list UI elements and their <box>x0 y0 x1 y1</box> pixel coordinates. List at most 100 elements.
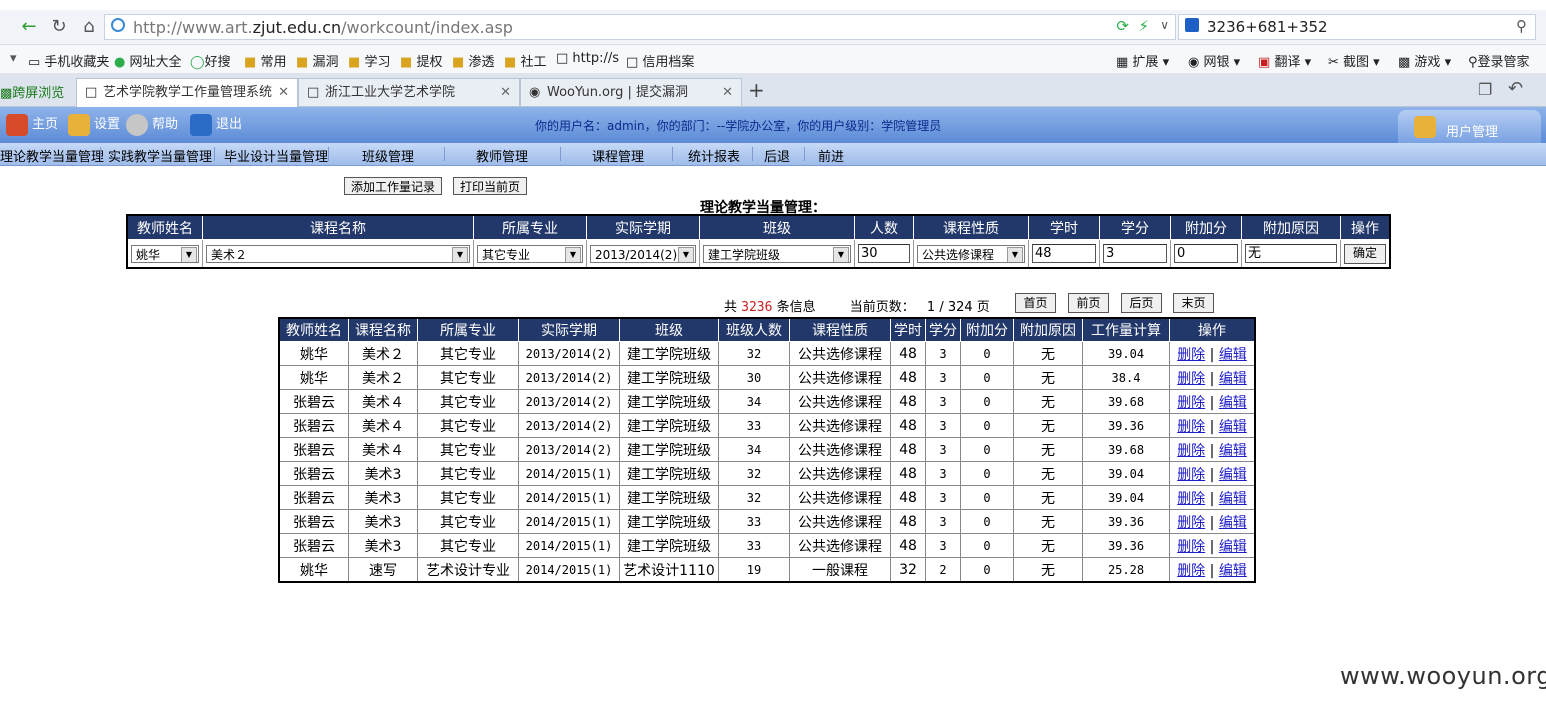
nav-divider <box>444 147 445 161</box>
close-icon[interactable]: ✕ <box>722 79 733 106</box>
bookmark-folder[interactable]: ■ 渗透 <box>452 51 494 70</box>
edit-link[interactable]: 编辑 <box>1219 539 1247 555</box>
chevron-down-icon[interactable]: ▼ <box>1007 246 1023 262</box>
chevron-down-icon[interactable]: ▼ <box>565 246 581 262</box>
term-select[interactable]: 2013/2014(2) ▼ <box>590 244 696 263</box>
major-select[interactable]: 其它专业 ▼ <box>477 244 583 263</box>
translate-button[interactable]: ▣ 翻译 ▾ <box>1258 51 1311 70</box>
help-button[interactable]: 帮助 <box>126 113 178 136</box>
delete-link[interactable]: 删除 <box>1177 563 1205 579</box>
extensions-button[interactable]: ▦ 扩展 ▾ <box>1116 51 1169 70</box>
nav-statistics[interactable]: 统计报表 <box>688 146 740 165</box>
search-input[interactable]: 3236+681+352 ⚲ <box>1178 14 1536 40</box>
delete-link[interactable]: 删除 <box>1177 371 1205 387</box>
search-icon[interactable]: ⚲ <box>1516 17 1527 35</box>
nav-forward[interactable]: 前进 <box>818 146 844 165</box>
credits-input[interactable]: 3 <box>1103 244 1167 263</box>
class-select[interactable]: 建工学院班级 ▼ <box>703 244 851 263</box>
print-page-button[interactable]: 打印当前页 <box>453 177 527 195</box>
bookmark-folder[interactable]: ■ 提权 <box>400 51 442 70</box>
delete-link[interactable]: 删除 <box>1177 515 1205 531</box>
games-button[interactable]: ▩ 游戏 ▾ <box>1398 51 1451 70</box>
nav-course-management[interactable]: 课程管理 <box>592 146 644 165</box>
edit-link[interactable]: 编辑 <box>1219 347 1247 363</box>
hours-input[interactable]: 48 <box>1032 244 1096 263</box>
action-divider: | <box>1205 442 1219 459</box>
delete-link[interactable]: 删除 <box>1177 419 1205 435</box>
bookmark-folder[interactable]: ■ 常用 <box>244 51 286 70</box>
bookmark-folder[interactable]: ■ 学习 <box>348 51 390 70</box>
edit-link[interactable]: 编辑 <box>1219 371 1247 387</box>
close-icon[interactable]: ✕ <box>278 79 289 106</box>
edit-link[interactable]: 编辑 <box>1219 563 1247 579</box>
nav-graduation-design[interactable]: 毕业设计当量管理 <box>224 146 328 165</box>
confirm-button[interactable]: 确定 <box>1344 243 1386 264</box>
bookmark-folder[interactable]: ■ 漏洞 <box>296 51 338 70</box>
bonus-reason-input[interactable]: 无 <box>1245 244 1337 263</box>
new-tab-icon[interactable]: + <box>748 78 765 102</box>
tab[interactable]: □ 浙江工业大学艺术学院 ✕ <box>298 78 520 106</box>
bookmark-item[interactable]: ● 网址大全 <box>114 51 182 70</box>
bookmark-item[interactable]: ▭ 手机收藏夹 <box>28 51 109 70</box>
refresh-icon[interactable]: ↻ <box>48 16 70 38</box>
home-icon[interactable]: ⌂ <box>78 16 100 38</box>
edit-link[interactable]: 编辑 <box>1219 491 1247 507</box>
bookmark-item[interactable]: □ 信用档案 <box>626 51 694 70</box>
course-select[interactable]: 美术２ ▼ <box>206 244 470 263</box>
chevron-down-icon[interactable]: ▼ <box>678 246 694 262</box>
home-button[interactable]: 主页 <box>6 113 58 136</box>
chevron-down-icon[interactable]: ▼ <box>833 246 849 262</box>
undo-icon[interactable]: ↶ <box>1508 78 1523 99</box>
bookmarks-arrow-icon[interactable]: ▾ <box>10 51 17 66</box>
tab-active[interactable]: □ 艺术学院教学工作量管理系统 ✕ <box>76 78 298 107</box>
table-cell: 公共选修课程 <box>789 365 891 390</box>
next-page-button[interactable]: 后页 <box>1121 293 1162 313</box>
add-workload-button[interactable]: 添加工作量记录 <box>344 177 442 195</box>
table-cell: 48 <box>890 365 926 390</box>
edit-link[interactable]: 编辑 <box>1219 443 1247 459</box>
settings-button[interactable]: 设置 <box>68 113 120 136</box>
cross-screen-button[interactable]: ▩跨屏浏览 <box>0 82 64 101</box>
edit-link[interactable]: 编辑 <box>1219 419 1247 435</box>
bank-button[interactable]: ◉ 网银 ▾ <box>1188 51 1240 70</box>
nav-theory-teaching[interactable]: 理论教学当量管理 <box>0 146 104 165</box>
edit-link[interactable]: 编辑 <box>1219 395 1247 411</box>
chevron-down-icon[interactable]: ▼ <box>452 246 468 262</box>
close-icon[interactable]: ✕ <box>500 79 511 106</box>
bookmark-item[interactable]: ◯好搜 <box>190 51 231 70</box>
screenshot-button[interactable]: ✂ 截图 ▾ <box>1328 51 1380 70</box>
lightning-icon[interactable]: ⚡ <box>1138 17 1149 35</box>
delete-link[interactable]: 删除 <box>1177 467 1205 483</box>
last-page-button[interactable]: 末页 <box>1173 293 1214 313</box>
table-cell: 公共选修课程 <box>789 413 891 438</box>
first-page-button[interactable]: 首页 <box>1015 293 1056 313</box>
bookmark-folder[interactable]: ■ 社工 <box>504 51 546 70</box>
edit-link[interactable]: 编辑 <box>1219 515 1247 531</box>
bonus-input[interactable]: 0 <box>1174 244 1238 263</box>
delete-link[interactable]: 删除 <box>1177 491 1205 507</box>
chevron-down-icon[interactable]: ∨ <box>1160 18 1169 32</box>
count-input[interactable]: 30 <box>858 244 910 263</box>
sync-icon[interactable]: ⟳ <box>1116 17 1129 35</box>
chevron-down-icon[interactable]: ▼ <box>181 246 197 262</box>
edit-link[interactable]: 编辑 <box>1219 467 1247 483</box>
delete-link[interactable]: 删除 <box>1177 347 1205 363</box>
logout-button[interactable]: 退出 <box>190 113 242 136</box>
tab[interactable]: ◉ WooYun.org | 提交漏洞 ✕ <box>520 78 742 106</box>
bookmark-item[interactable]: □ http://s <box>556 51 619 66</box>
nav-teacher-management[interactable]: 教师管理 <box>476 146 528 165</box>
nav-back[interactable]: 后退 <box>764 146 790 165</box>
delete-link[interactable]: 删除 <box>1177 443 1205 459</box>
teacher-select[interactable]: 姚华 ▼ <box>131 244 199 263</box>
restore-icon[interactable]: ❐ <box>1478 80 1492 99</box>
delete-link[interactable]: 删除 <box>1177 395 1205 411</box>
back-icon[interactable]: ← <box>18 16 40 38</box>
user-admin-tab[interactable]: 用户管理 <box>1398 110 1541 143</box>
prev-page-button[interactable]: 前页 <box>1068 293 1109 313</box>
delete-link[interactable]: 删除 <box>1177 539 1205 555</box>
nav-practice-teaching[interactable]: 实践教学当量管理 <box>108 146 212 165</box>
nav-class-management[interactable]: 班级管理 <box>362 146 414 165</box>
url-input[interactable]: http://www.art.zjut.edu.cn/workcount/ind… <box>104 14 1176 40</box>
nature-select[interactable]: 公共选修课程 ▼ <box>917 244 1025 263</box>
login-manager-button[interactable]: ⚲登录管家 <box>1468 51 1530 70</box>
